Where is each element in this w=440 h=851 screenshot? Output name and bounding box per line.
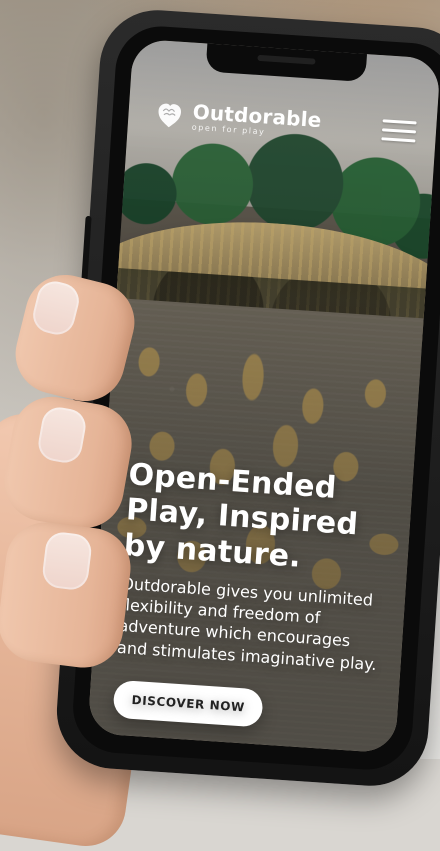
phone-speaker — [257, 54, 316, 65]
brand-logo[interactable]: Outdorable open for play — [154, 99, 322, 140]
brand-text: Outdorable open for play — [191, 100, 322, 140]
hero-description: Outdorable gives you unlimited flexibili… — [116, 574, 378, 674]
heart-cloud-icon — [158, 103, 182, 128]
hero-title: Open-Ended Play, Inspired by nature. — [122, 457, 360, 575]
hamburger-menu-icon-bar — [381, 127, 417, 133]
menu-button[interactable] — [381, 115, 417, 145]
hamburger-menu-icon — [382, 118, 417, 125]
phone-frame: Outdorable open for play Open-Ended Play… — [53, 6, 440, 790]
hamburger-menu-icon-bar — [381, 136, 416, 142]
phone-screen: Outdorable open for play Open-Ended Play… — [87, 38, 440, 754]
hero-content: Open-Ended Play, Inspired by nature. Out… — [112, 457, 396, 735]
